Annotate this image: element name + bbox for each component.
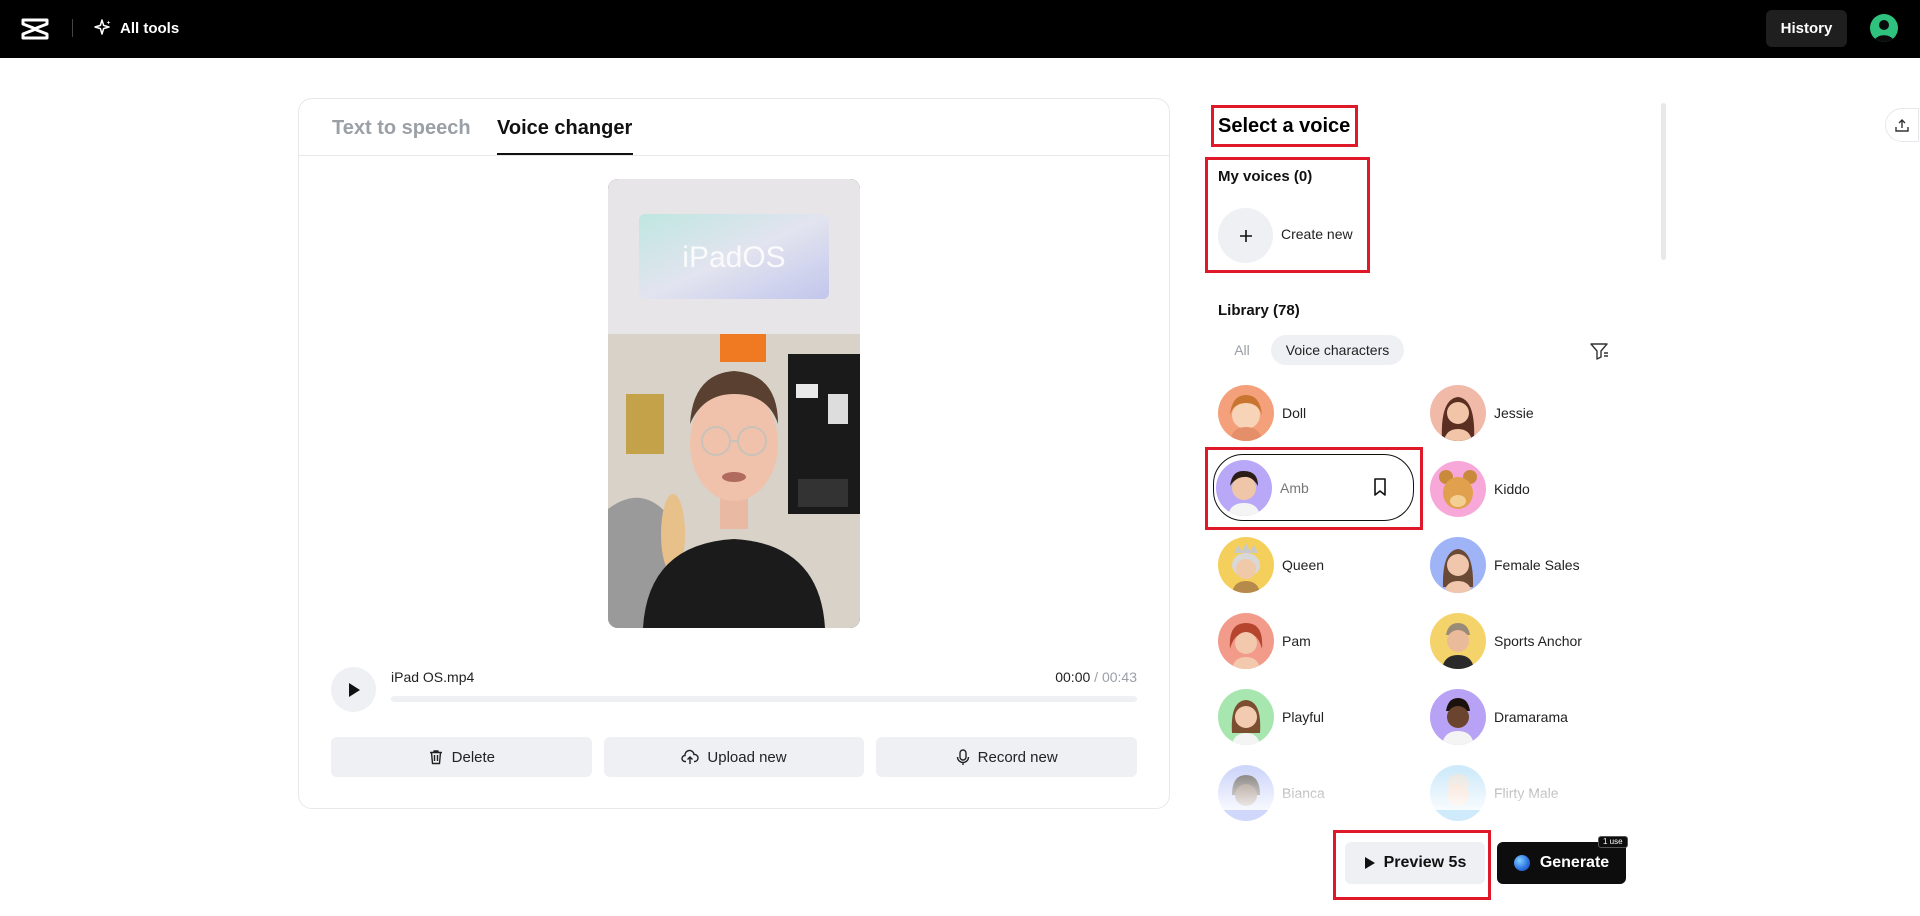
audio-player: iPad OS.mp4 00:00 / 00:43 xyxy=(331,667,1137,715)
play-icon xyxy=(348,682,360,697)
user-icon xyxy=(1874,20,1894,42)
uses-badge: 1 use xyxy=(1598,836,1628,848)
voice-name: Amb xyxy=(1280,479,1309,496)
create-new-label[interactable]: Create new xyxy=(1281,226,1353,242)
voice-item-sports-anchor[interactable]: Sports Anchor xyxy=(1430,613,1582,669)
sparkle-icon xyxy=(94,19,111,35)
video-frame: iPadOS xyxy=(608,179,860,628)
trash-icon xyxy=(429,750,442,765)
preview-button[interactable]: Preview 5s xyxy=(1345,842,1485,884)
current-time: 00:00 xyxy=(1055,669,1091,685)
record-new-button[interactable]: Record new xyxy=(876,737,1138,777)
record-new-label: Record new xyxy=(977,748,1058,766)
voice-item-queen[interactable]: Queen xyxy=(1218,537,1324,593)
top-bar: All tools History xyxy=(0,0,1920,58)
voice-item-female-sales[interactable]: Female Sales xyxy=(1430,537,1580,593)
voice-name: Queen xyxy=(1282,557,1325,573)
history-button[interactable]: History xyxy=(1766,10,1847,47)
voice-name: Doll xyxy=(1282,405,1307,421)
voice-name: Jessie xyxy=(1494,405,1534,421)
all-tools-button[interactable]: All tools xyxy=(94,15,179,41)
playback-progress-bar[interactable] xyxy=(391,696,1137,702)
file-name: iPad OS.mp4 xyxy=(391,669,475,685)
video-preview[interactable]: iPadOS xyxy=(608,179,860,628)
voice-list-scrollbar[interactable] xyxy=(1661,103,1666,260)
voice-avatar xyxy=(1430,765,1486,821)
voice-avatar xyxy=(1430,689,1486,745)
play-button[interactable] xyxy=(331,667,376,712)
voice-avatar xyxy=(1218,613,1274,669)
voice-name: Pam xyxy=(1282,633,1311,649)
bookmark-icon[interactable] xyxy=(1371,477,1389,497)
voice-avatar xyxy=(1218,385,1274,441)
library-label: Library (78) xyxy=(1218,302,1300,319)
active-tab-indicator xyxy=(497,153,633,155)
voice-name: Sports Anchor xyxy=(1494,633,1582,649)
playback-time: 00:00 / 00:43 xyxy=(1055,669,1137,685)
generate-label: Generate xyxy=(1539,854,1610,871)
cloud-upload-icon xyxy=(681,749,700,764)
tab-voice-changer[interactable]: Voice changer xyxy=(497,117,632,140)
voice-avatar xyxy=(1430,613,1486,669)
all-tools-label: All tools xyxy=(120,19,180,37)
voice-item-jessie[interactable]: Jessie xyxy=(1430,385,1534,441)
my-voices-label: My voices (0) xyxy=(1218,168,1313,185)
microphone-icon xyxy=(956,748,969,765)
voice-name: Playful xyxy=(1282,709,1325,725)
voice-avatar xyxy=(1218,765,1274,821)
voice-avatar xyxy=(1430,385,1486,441)
voice-name: Bianca xyxy=(1282,785,1325,801)
voice-avatar xyxy=(1430,461,1486,517)
plus-icon xyxy=(1239,229,1252,242)
filter-chip-all[interactable]: All xyxy=(1225,335,1259,365)
voice-avatar xyxy=(1218,537,1274,593)
upload-new-label: Upload new xyxy=(707,748,787,766)
generate-orb-icon xyxy=(1513,855,1530,871)
ipados-logo-text: iPadOS xyxy=(682,241,785,274)
voice-item-playful[interactable]: Playful xyxy=(1218,689,1324,745)
voice-name: Female Sales xyxy=(1494,557,1580,573)
tab-bar: Text to speech Voice changer xyxy=(299,99,1169,156)
delete-label: Delete xyxy=(451,748,496,766)
voice-item-pam[interactable]: Pam xyxy=(1218,613,1311,669)
voice-name: Kiddo xyxy=(1494,481,1530,497)
upload-icon xyxy=(1895,119,1909,132)
voice-name: Dramarama xyxy=(1494,709,1568,725)
duration: / 00:43 xyxy=(1094,669,1137,685)
delete-button[interactable]: Delete xyxy=(331,737,592,777)
voice-item-doll[interactable]: Doll xyxy=(1218,385,1306,441)
voice-changer-card: Text to speech Voice changer iPadOS iPad… xyxy=(298,98,1170,809)
tab-text-to-speech[interactable]: Text to speech xyxy=(332,117,471,140)
voice-avatar xyxy=(1216,459,1272,516)
voice-item-flirty-male[interactable]: Flirty Male xyxy=(1430,765,1559,821)
voice-name: Flirty Male xyxy=(1494,785,1559,801)
voice-item-kiddo[interactable]: Kiddo xyxy=(1430,461,1530,517)
file-actions: Delete Upload new Record new xyxy=(331,737,1138,777)
divider xyxy=(72,19,73,37)
voice-avatar xyxy=(1218,689,1274,745)
user-avatar[interactable] xyxy=(1870,14,1898,42)
filter-icon[interactable] xyxy=(1588,340,1610,362)
voice-avatar xyxy=(1430,537,1486,593)
select-voice-title: Select a voice xyxy=(1218,115,1351,137)
play-icon xyxy=(1364,857,1375,869)
generate-button[interactable]: Generate xyxy=(1497,842,1626,884)
upload-new-button[interactable]: Upload new xyxy=(603,737,865,777)
create-new-voice-button[interactable] xyxy=(1218,208,1273,263)
filter-chip-voice-characters[interactable]: Voice characters xyxy=(1271,335,1404,365)
capcut-logo-icon[interactable] xyxy=(20,15,50,43)
voice-item-bianca[interactable]: Bianca xyxy=(1218,765,1325,821)
voice-item-dramarama[interactable]: Dramarama xyxy=(1430,689,1568,745)
preview-label: Preview 5s xyxy=(1383,854,1467,871)
side-share-button[interactable] xyxy=(1885,108,1919,142)
voice-item-amb-selected[interactable]: Amb xyxy=(1213,454,1414,521)
